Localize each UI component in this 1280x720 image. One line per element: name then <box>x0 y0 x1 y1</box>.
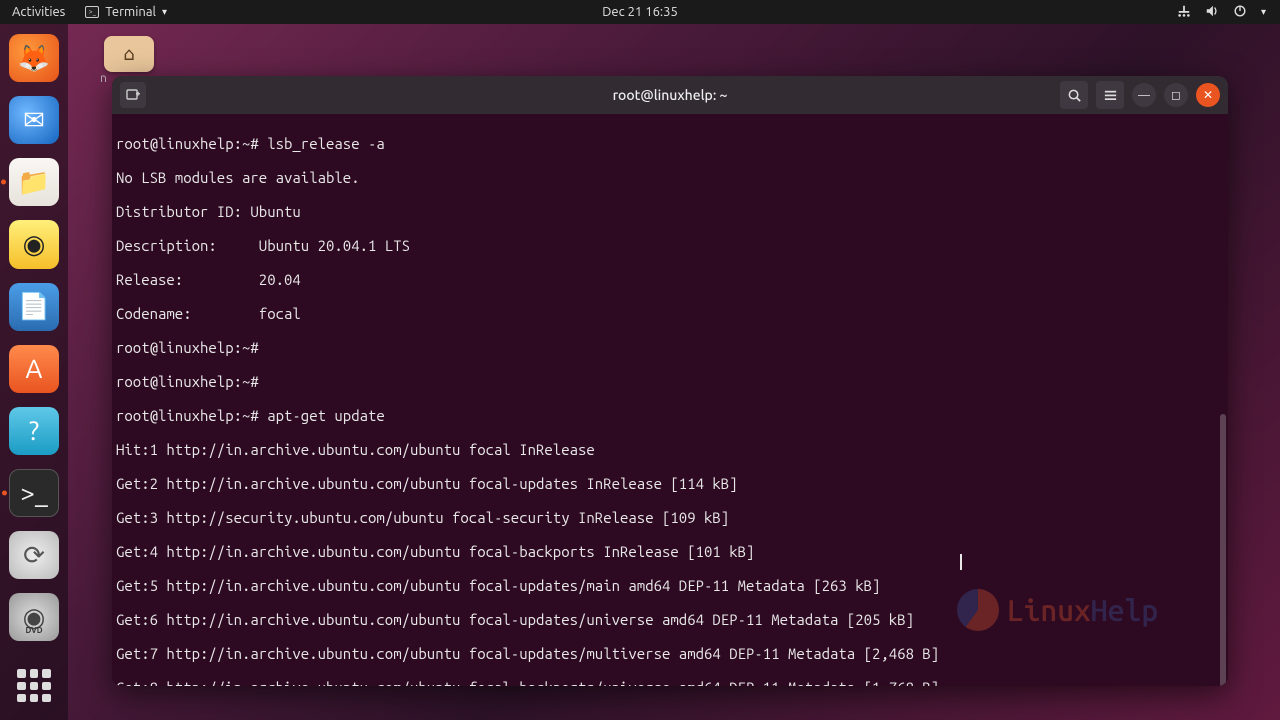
files-window-tab[interactable]: ⌂ <box>104 36 154 72</box>
dock-app-terminal[interactable]: >_ <box>9 469 59 517</box>
app-menu[interactable]: >_ Terminal ▾ <box>77 5 175 19</box>
dock-app-updates[interactable]: ⟳ <box>9 531 59 579</box>
dock-app-writer[interactable]: 📄 <box>9 283 59 331</box>
top-bar: Activities >_ Terminal ▾ Dec 21 16:35 ▾ <box>0 0 1280 24</box>
maximize-icon: ◻ <box>1171 88 1181 102</box>
updates-icon: ⟳ <box>23 540 45 571</box>
network-icon[interactable] <box>1177 4 1191 21</box>
dock-app-help[interactable]: ? <box>9 407 59 455</box>
running-indicator <box>2 490 7 495</box>
firefox-icon: 🦊 <box>18 43 50 74</box>
dock-app-rhythmbox[interactable]: ◉ <box>9 220 59 268</box>
terminal-line: Get:2 http://in.archive.ubuntu.com/ubunt… <box>116 475 1224 492</box>
thunderbird-icon: ✉ <box>23 105 45 136</box>
terminal-line: root@linuxhelp:~# lsb_release -a <box>116 135 1224 152</box>
terminal-line: root@linuxhelp:~# <box>116 339 1224 356</box>
terminal-line: Get:5 http://in.archive.ubuntu.com/ubunt… <box>116 577 1224 594</box>
window-title: root@linuxhelp: ~ <box>613 87 728 103</box>
clock: Dec 21 16:35 <box>602 5 678 19</box>
terminal-line: Release: 20.04 <box>116 271 1224 288</box>
new-tab-icon <box>125 87 141 103</box>
search-icon <box>1067 88 1082 103</box>
hamburger-icon <box>1103 88 1118 103</box>
close-icon: ✕ <box>1203 88 1213 102</box>
files-icon: 📁 <box>18 167 50 198</box>
chevron-down-icon: ▾ <box>162 6 167 18</box>
terminal-line: No LSB modules are available. <box>116 169 1224 186</box>
terminal-line: Distributor ID: Ubuntu <box>116 203 1224 220</box>
document-icon: 📄 <box>18 291 50 322</box>
terminal-line: Get:8 http://in.archive.ubuntu.com/ubunt… <box>116 679 1224 686</box>
terminal-line: Hit:1 http://in.archive.ubuntu.com/ubunt… <box>116 441 1224 458</box>
dock-app-thunderbird[interactable]: ✉ <box>9 96 59 144</box>
terminal-content[interactable]: root@linuxhelp:~# lsb_release -a No LSB … <box>112 114 1228 686</box>
terminal-line: Codename: focal <box>116 305 1224 322</box>
speaker-icon: ◉ <box>23 229 46 260</box>
dock-app-firefox[interactable]: 🦊 <box>9 34 59 82</box>
app-menu-label: Terminal <box>105 5 156 19</box>
terminal-line: Get:3 http://security.ubuntu.com/ubuntu … <box>116 509 1224 526</box>
menu-button[interactable] <box>1096 81 1124 109</box>
power-icon[interactable] <box>1233 4 1247 21</box>
dock-app-software[interactable]: A <box>9 345 59 393</box>
terminal-titlebar[interactable]: root@linuxhelp: ~ — ◻ ✕ <box>112 76 1228 114</box>
shopping-bag-icon: A <box>26 354 43 383</box>
text-cursor <box>960 554 962 570</box>
dock-app-files[interactable]: 📁 <box>9 158 59 206</box>
terminal-icon: >_ <box>20 478 47 507</box>
disc-icon: ◉ <box>23 602 46 633</box>
chevron-down-icon[interactable]: ▾ <box>1261 6 1266 18</box>
system-tray[interactable]: ▾ <box>1177 4 1280 21</box>
scrollbar[interactable] <box>1220 414 1226 686</box>
activities-button[interactable]: Activities <box>0 5 77 19</box>
terminal-icon: >_ <box>85 6 99 18</box>
terminal-line: Get:7 http://in.archive.ubuntu.com/ubunt… <box>116 645 1224 662</box>
volume-icon[interactable] <box>1205 4 1219 21</box>
terminal-line: Get:4 http://in.archive.ubuntu.com/ubunt… <box>116 543 1224 560</box>
minimize-button[interactable]: — <box>1132 83 1156 107</box>
question-icon: ? <box>29 416 39 445</box>
home-icon: ⌂ <box>123 44 134 65</box>
terminal-line: Get:6 http://in.archive.ubuntu.com/ubunt… <box>116 611 1224 628</box>
search-button[interactable] <box>1060 81 1088 109</box>
close-button[interactable]: ✕ <box>1196 83 1220 107</box>
dock: 🦊 ✉ 📁 ◉ 📄 A ? >_ ⟳ ◉ <box>0 24 68 720</box>
running-indicator <box>1 180 6 185</box>
terminal-line: Description: Ubuntu 20.04.1 LTS <box>116 237 1224 254</box>
dock-app-disk[interactable]: ◉ <box>9 593 59 641</box>
minimize-icon: — <box>1138 89 1150 102</box>
terminal-window: root@linuxhelp: ~ — ◻ ✕ root@linuxhelp:~… <box>112 76 1228 686</box>
terminal-line: root@linuxhelp:~# apt-get update <box>116 407 1224 424</box>
show-applications-button[interactable] <box>17 669 51 702</box>
new-tab-button[interactable] <box>120 82 146 108</box>
terminal-line: root@linuxhelp:~# <box>116 373 1224 390</box>
maximize-button[interactable]: ◻ <box>1164 83 1188 107</box>
